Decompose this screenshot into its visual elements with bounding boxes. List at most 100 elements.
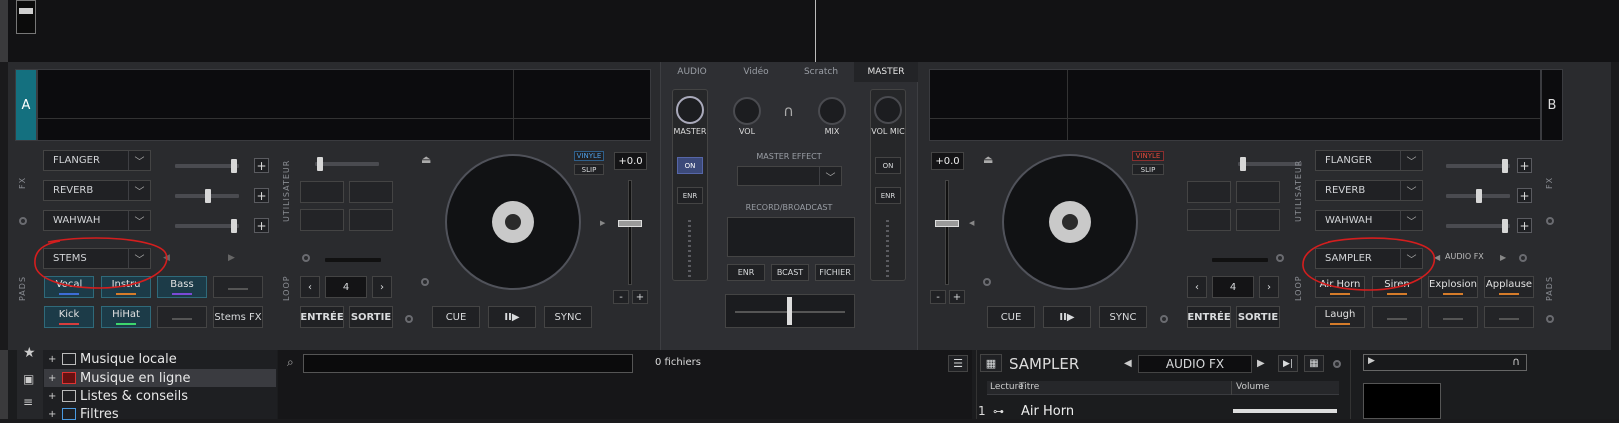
master-enr-button[interactable]: ENR bbox=[677, 187, 703, 204]
deck-a-jog-dot[interactable] bbox=[421, 278, 429, 286]
pad-empty[interactable] bbox=[1372, 306, 1422, 328]
deck-b-fx3-slider[interactable] bbox=[1446, 219, 1510, 233]
deck-a-jog-wheel[interactable] bbox=[445, 154, 581, 290]
pad-empty[interactable] bbox=[1484, 306, 1534, 328]
deck-b-pitch-handle[interactable] bbox=[935, 220, 959, 227]
tab-video[interactable]: Vidéo bbox=[724, 62, 788, 82]
deck-b-pitch-minus[interactable]: - bbox=[930, 290, 946, 304]
deck-b-loop-prev[interactable]: ‹ bbox=[1187, 276, 1207, 298]
deck-a-loop-out-button[interactable]: SORTIE bbox=[349, 306, 393, 328]
mic-on-button[interactable]: ON bbox=[875, 157, 901, 174]
grid-icon[interactable]: ▦ bbox=[980, 354, 1002, 372]
deck-a-fx3-slider[interactable] bbox=[175, 219, 239, 233]
deck-b-letter[interactable]: B bbox=[1541, 69, 1563, 141]
mix-knob[interactable] bbox=[818, 97, 846, 125]
headphones-icon[interactable]: ∩ bbox=[1512, 355, 1520, 368]
deck-a-cue-button[interactable]: CUE bbox=[432, 306, 480, 328]
tab-audio[interactable]: AUDIO bbox=[660, 62, 724, 82]
deck-a-load-icon[interactable]: ⏏ bbox=[421, 153, 431, 166]
sampler-dot[interactable] bbox=[1333, 360, 1341, 368]
deck-b-fx1-slider[interactable] bbox=[1446, 159, 1510, 173]
deck-a-letter[interactable]: A bbox=[15, 69, 37, 141]
vol-knob[interactable] bbox=[733, 97, 761, 125]
pad-applause[interactable]: Applause bbox=[1484, 276, 1534, 298]
deck-a-next-icon[interactable]: ▶ bbox=[228, 253, 235, 263]
pad-kick[interactable]: Kick bbox=[44, 306, 94, 328]
deck-b-user-slot[interactable] bbox=[1236, 181, 1280, 203]
deck-a-sync-button[interactable]: SYNC bbox=[544, 306, 592, 328]
deck-a-slip-button[interactable]: SLIP bbox=[574, 164, 604, 175]
master-on-button[interactable]: ON bbox=[677, 157, 703, 174]
deck-a-fx3-dropdown[interactable]: WAHWAH ﹀ bbox=[43, 210, 151, 231]
deck-a-waveform[interactable] bbox=[37, 69, 651, 141]
deck-a-loop-value[interactable]: 4 bbox=[325, 276, 367, 298]
deck-a-user-slot[interactable] bbox=[300, 209, 344, 231]
stems-fx-button[interactable]: Stems FX bbox=[213, 306, 263, 328]
list-icon[interactable]: ≡ bbox=[23, 395, 33, 409]
preview-play-icon[interactable]: ▶ bbox=[1368, 356, 1375, 366]
deck-b-jog-dot[interactable] bbox=[983, 278, 991, 286]
deck-b-pitch-track[interactable] bbox=[945, 180, 949, 285]
deck-a-pitch-handle[interactable] bbox=[618, 220, 642, 227]
deck-a-play-button[interactable]: II▶ bbox=[488, 306, 536, 328]
deck-b-pads-dot[interactable] bbox=[1519, 254, 1527, 262]
deck-a-loop-dot[interactable] bbox=[302, 254, 310, 262]
tree-item-online-music[interactable]: + Musique en ligne bbox=[44, 369, 276, 387]
deck-a-pitch-plus[interactable]: + bbox=[632, 290, 648, 304]
deck-a-user-slot[interactable] bbox=[300, 181, 344, 203]
pad-empty[interactable] bbox=[1428, 306, 1478, 328]
deck-b-user-slot[interactable] bbox=[1187, 209, 1231, 231]
deck-b-loop-value[interactable]: 4 bbox=[1212, 276, 1254, 298]
deck-b-fx3-add-button[interactable]: + bbox=[1517, 218, 1532, 233]
pad-empty[interactable] bbox=[213, 276, 263, 298]
deck-b-user-slot[interactable] bbox=[1187, 181, 1231, 203]
deck-b-loop-next[interactable]: › bbox=[1259, 276, 1279, 298]
record-enr-button[interactable]: ENR bbox=[727, 264, 765, 281]
deck-b-side-dot[interactable] bbox=[1160, 315, 1168, 323]
deck-b-pitch-plus[interactable]: + bbox=[949, 290, 965, 304]
deck-b-jog-wheel[interactable] bbox=[1002, 154, 1138, 290]
deck-b-cue-button[interactable]: CUE bbox=[987, 306, 1035, 328]
deck-a-user-slider[interactable] bbox=[315, 157, 379, 171]
overview-marker[interactable] bbox=[16, 0, 36, 34]
deck-b-next-icon[interactable]: ▶ bbox=[1500, 253, 1506, 262]
vol-mic-knob[interactable] bbox=[874, 96, 902, 124]
record-fichier-button[interactable]: FICHIER bbox=[815, 264, 855, 281]
deck-b-pads-side-dot[interactable] bbox=[1546, 315, 1554, 323]
deck-b-loop-dot[interactable] bbox=[1276, 254, 1284, 262]
expand-icon[interactable]: + bbox=[48, 354, 58, 365]
deck-b-fx-dot[interactable] bbox=[1546, 217, 1554, 225]
preview-bar[interactable] bbox=[1363, 354, 1527, 371]
sampler-bank-selector[interactable]: AUDIO FX bbox=[1138, 355, 1252, 373]
col-titre[interactable]: Titre bbox=[1019, 382, 1039, 392]
deck-b-pitch-value[interactable]: +0.0 bbox=[931, 152, 964, 170]
tab-master[interactable]: MASTER bbox=[854, 62, 918, 82]
deck-a-fx-dot[interactable] bbox=[19, 217, 27, 225]
deck-a-user-slot[interactable] bbox=[349, 181, 393, 203]
expand-icon[interactable]: + bbox=[48, 409, 58, 420]
master-knob[interactable] bbox=[676, 96, 704, 124]
tree-item-lists[interactable]: + Listes & conseils bbox=[48, 387, 276, 405]
grid-small-icon[interactable]: ▦ bbox=[1304, 355, 1324, 372]
mic-enr-button[interactable]: ENR bbox=[875, 187, 901, 204]
deck-a-fx1-slider[interactable] bbox=[175, 159, 239, 173]
search-input[interactable] bbox=[303, 354, 633, 373]
headphones-icon[interactable]: ∩ bbox=[783, 102, 794, 120]
deck-b-load-icon[interactable]: ⏏ bbox=[983, 153, 993, 166]
deck-b-fx2-add-button[interactable]: + bbox=[1517, 188, 1532, 203]
deck-a-loop-prev[interactable]: ‹ bbox=[300, 276, 320, 298]
deck-a-fx3-add-button[interactable]: + bbox=[254, 218, 269, 233]
sampler-prev-icon[interactable]: ◀ bbox=[1124, 358, 1132, 369]
crossfader-handle[interactable] bbox=[787, 297, 792, 325]
deck-b-loop-in-button[interactable]: ENTRÉE bbox=[1187, 306, 1231, 328]
pad-laugh[interactable]: Laugh bbox=[1315, 306, 1365, 328]
deck-b-slip-button[interactable]: SLIP bbox=[1132, 164, 1164, 175]
deck-a-side-dot[interactable] bbox=[405, 315, 413, 323]
deck-a-pitch-value[interactable]: +0.0 bbox=[614, 152, 647, 170]
deck-a-fx1-dropdown[interactable]: FLANGER ﹀ bbox=[43, 150, 151, 171]
deck-a-fx2-dropdown[interactable]: REVERB ﹀ bbox=[43, 180, 151, 201]
favorites-star-icon[interactable]: ★ bbox=[23, 345, 36, 361]
deck-a-loop-in-button[interactable]: ENTRÉE bbox=[300, 306, 344, 328]
record-bcast-button[interactable]: BCAST bbox=[771, 264, 809, 281]
list-view-icon[interactable]: ☰ bbox=[948, 355, 968, 372]
